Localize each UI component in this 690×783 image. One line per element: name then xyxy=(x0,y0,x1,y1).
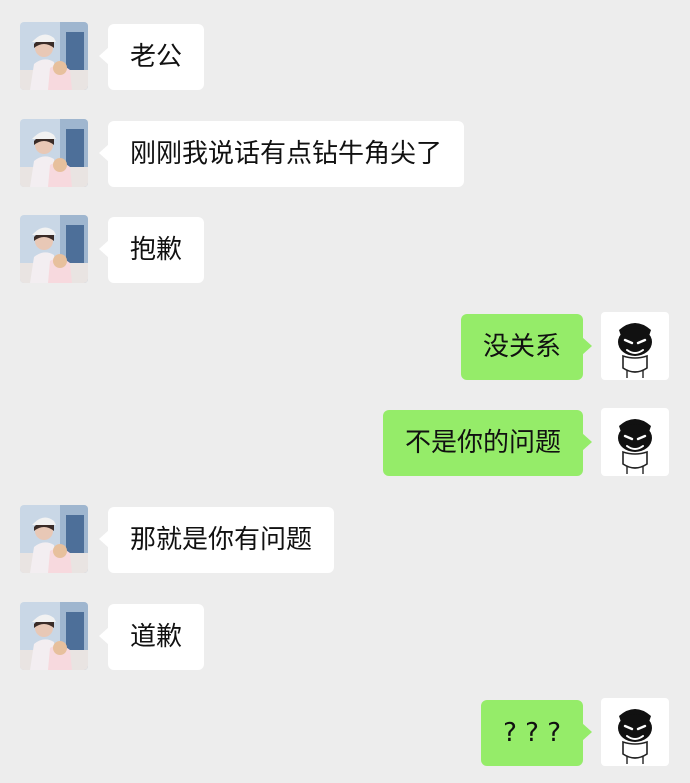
message-row: 刚刚我说话有点钻牛角尖了 xyxy=(0,119,690,189)
woman-photo-avatar[interactable] xyxy=(20,119,88,187)
woman-photo-avatar[interactable] xyxy=(20,602,88,670)
message-row: ? ? ? xyxy=(0,698,690,768)
outgoing-message-bubble[interactable]: 不是你的问题 xyxy=(382,410,593,476)
woman-photo-avatar[interactable] xyxy=(20,505,88,573)
message-row: 抱歉 xyxy=(0,215,690,285)
cartoon-face-avatar[interactable] xyxy=(601,698,669,766)
chat-history: 老公 刚刚我说话有点钻牛角尖了 抱歉 没关系 不是你的问题 那就是你有问题 道歉… xyxy=(0,0,690,783)
incoming-message-bubble[interactable]: 抱歉 xyxy=(98,217,205,283)
incoming-message-bubble[interactable]: 老公 xyxy=(98,24,205,90)
message-row: 老公 xyxy=(0,22,690,92)
incoming-message-bubble[interactable]: 道歉 xyxy=(98,604,205,670)
message-row: 道歉 xyxy=(0,602,690,672)
cartoon-face-avatar[interactable] xyxy=(601,312,669,380)
incoming-message-bubble[interactable]: 刚刚我说话有点钻牛角尖了 xyxy=(98,121,465,187)
woman-photo-avatar[interactable] xyxy=(20,215,88,283)
message-row: 那就是你有问题 xyxy=(0,505,690,575)
woman-photo-avatar[interactable] xyxy=(20,22,88,90)
cartoon-face-avatar[interactable] xyxy=(601,408,669,476)
outgoing-message-bubble[interactable]: ? ? ? xyxy=(481,700,592,766)
outgoing-message-bubble[interactable]: 没关系 xyxy=(460,314,593,380)
message-row: 没关系 xyxy=(0,312,690,382)
message-row: 不是你的问题 xyxy=(0,408,690,478)
incoming-message-bubble[interactable]: 那就是你有问题 xyxy=(98,507,335,573)
